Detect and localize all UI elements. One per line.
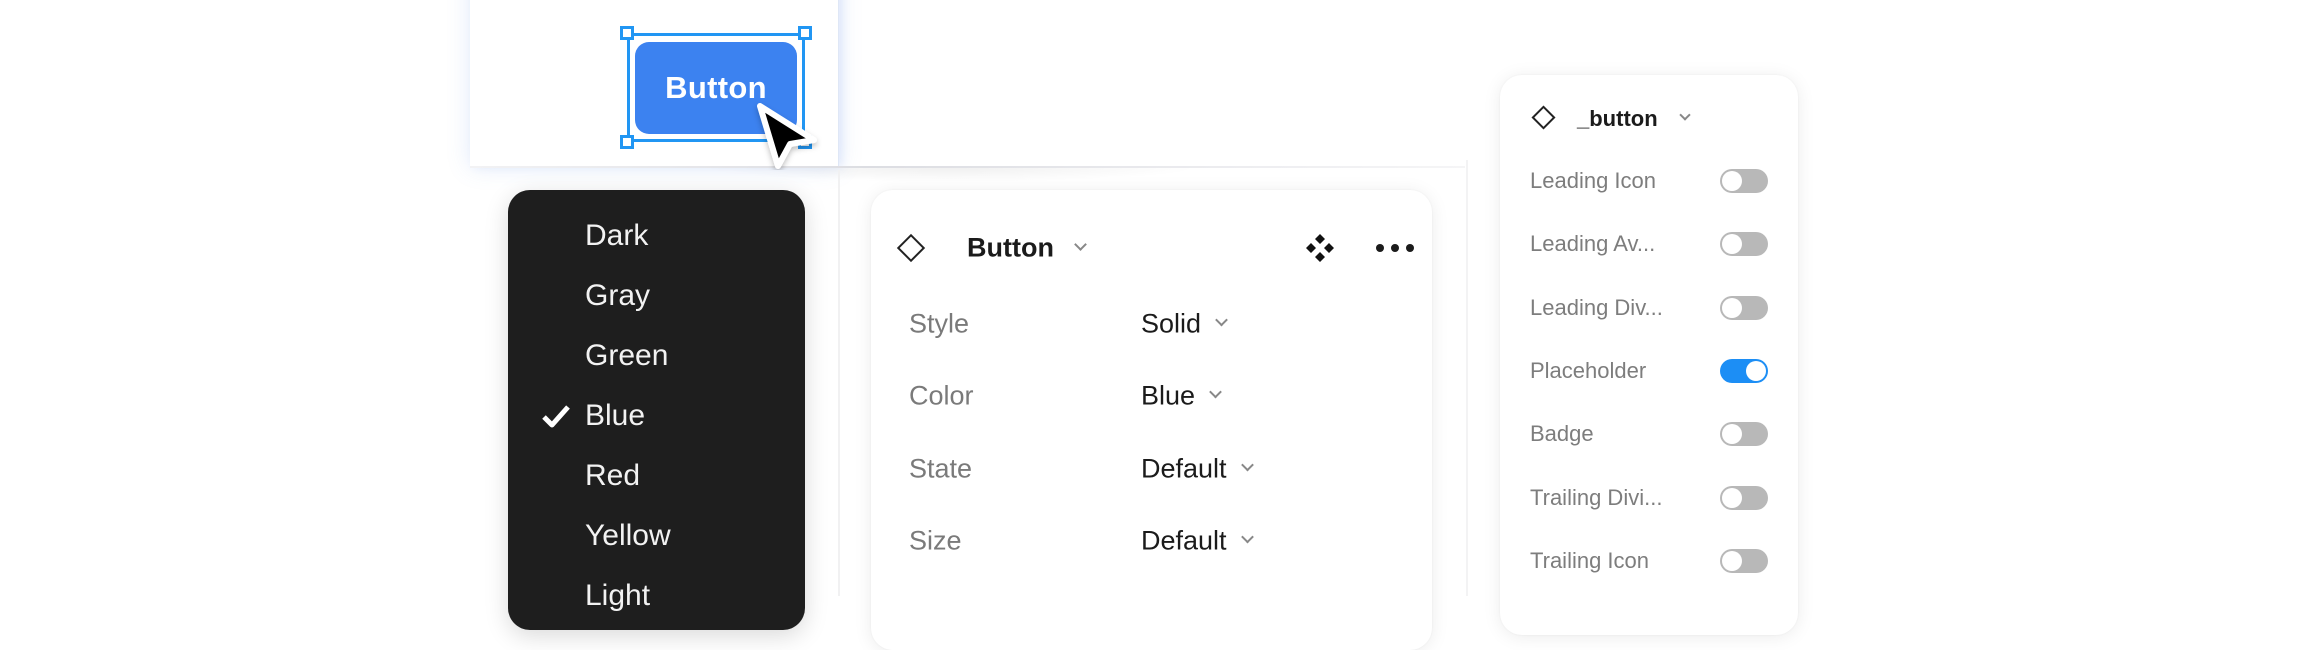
divider-shadow	[700, 168, 1200, 182]
toggle-row: Trailing Divi...	[1500, 473, 1798, 523]
instance-properties-panel: _button Leading Icon Leading Av... Leading…	[1500, 75, 1798, 635]
dropdown-item-dark[interactable]: Dark	[508, 206, 805, 266]
diamond-icon	[896, 233, 926, 263]
toggle-switch[interactable]	[1720, 486, 1768, 510]
toggle-switch[interactable]	[1720, 549, 1768, 573]
divider-vertical-left	[838, 170, 840, 596]
more-icon[interactable]	[1376, 244, 1416, 254]
chevron-down-icon[interactable]	[1679, 109, 1691, 121]
instance-title[interactable]: _button	[1577, 106, 1658, 132]
property-label: Size	[909, 525, 962, 556]
chevron-down-icon	[1215, 313, 1228, 327]
component-properties-panel: Button Style Solid Color Blue State Default Si…	[871, 190, 1432, 650]
toggle-switch[interactable]	[1720, 169, 1768, 193]
property-row-color: Color Blue	[871, 366, 1432, 426]
property-value-select-style[interactable]: Solid	[1141, 308, 1228, 340]
property-value: Blue	[1141, 380, 1196, 411]
toggle-label: Leading Icon	[1530, 168, 1656, 193]
dropdown-item-label: Red	[585, 459, 641, 492]
toggle-row: Leading Div...	[1500, 283, 1798, 333]
instance-panel-header: _button	[1500, 91, 1798, 147]
dropdown-item-label: Dark	[585, 219, 649, 252]
toggle-row: Leading Icon	[1500, 156, 1798, 206]
property-value: Default	[1141, 525, 1227, 556]
divider-vertical-right	[1466, 160, 1468, 596]
dropdown-item-light[interactable]: Light	[508, 566, 805, 626]
property-row-state: State Default	[871, 439, 1432, 499]
dropdown-item-yellow[interactable]: Yellow	[508, 506, 805, 566]
color-dropdown-menu: Dark Gray Green Blue Red Yellow Light	[508, 190, 805, 630]
diamond-icon	[1531, 105, 1556, 130]
property-row-size: Size Default	[871, 511, 1432, 571]
property-value-select-state[interactable]: Default	[1141, 453, 1254, 485]
toggle-label: Placeholder	[1530, 358, 1647, 383]
chevron-down-icon[interactable]	[1074, 238, 1087, 251]
toggle-label: Leading Div...	[1530, 295, 1663, 320]
component-title[interactable]: Button	[967, 233, 1054, 264]
dropdown-item-label: Light	[585, 579, 651, 612]
property-value-select-size[interactable]: Default	[1141, 525, 1254, 557]
dropdown-item-blue[interactable]: Blue	[508, 386, 805, 446]
toggle-row: Badge	[1500, 409, 1798, 459]
toggle-row: Placeholder	[1500, 346, 1798, 396]
toggle-label: Trailing Icon	[1530, 548, 1650, 573]
dropdown-item-label: Yellow	[585, 519, 671, 552]
property-label: Color	[909, 380, 974, 411]
toggle-knob	[1722, 488, 1742, 508]
resize-handle-top-left[interactable]	[620, 26, 634, 40]
chevron-down-icon	[1240, 530, 1254, 544]
toggle-switch[interactable]	[1720, 359, 1768, 383]
toggle-switch[interactable]	[1720, 232, 1768, 256]
resize-handle-top-right[interactable]	[798, 26, 812, 40]
chevron-down-icon	[1209, 385, 1222, 399]
toggle-knob	[1722, 171, 1742, 191]
property-value-select-color[interactable]: Blue	[1141, 380, 1222, 412]
dropdown-item-green[interactable]: Green	[508, 326, 805, 386]
dropdown-item-red[interactable]: Red	[508, 446, 805, 506]
checkmark-icon	[542, 405, 570, 428]
toggle-row: Leading Av...	[1500, 219, 1798, 269]
component-panel-header: Button	[871, 218, 1432, 278]
dropdown-item-gray[interactable]: Gray	[508, 266, 805, 326]
toggle-label: Trailing Divi...	[1530, 485, 1663, 510]
toggle-knob	[1722, 551, 1742, 571]
dropdown-item-label: Gray	[585, 279, 651, 312]
toggle-knob	[1722, 234, 1742, 254]
property-value: Default	[1141, 453, 1227, 484]
property-label: State	[909, 453, 973, 484]
toggle-switch[interactable]	[1720, 296, 1768, 320]
dropdown-item-label: Green	[585, 339, 669, 372]
dropdown-item-label: Blue	[585, 399, 646, 432]
toggle-label: Badge	[1530, 421, 1594, 446]
toggle-row: Trailing Icon	[1500, 536, 1798, 586]
component-set-icon[interactable]	[1303, 231, 1337, 265]
toggle-knob	[1746, 361, 1766, 381]
toggle-label: Leading Av...	[1530, 231, 1656, 256]
toggle-knob	[1722, 424, 1742, 444]
resize-handle-bottom-left[interactable]	[620, 135, 634, 149]
property-row-style: Style Solid	[871, 294, 1432, 354]
property-value: Solid	[1141, 308, 1202, 339]
property-label: Style	[909, 308, 970, 339]
mouse-cursor-icon	[757, 103, 817, 169]
toggle-knob	[1722, 298, 1742, 318]
toggle-switch[interactable]	[1720, 422, 1768, 446]
chevron-down-icon	[1240, 458, 1254, 472]
